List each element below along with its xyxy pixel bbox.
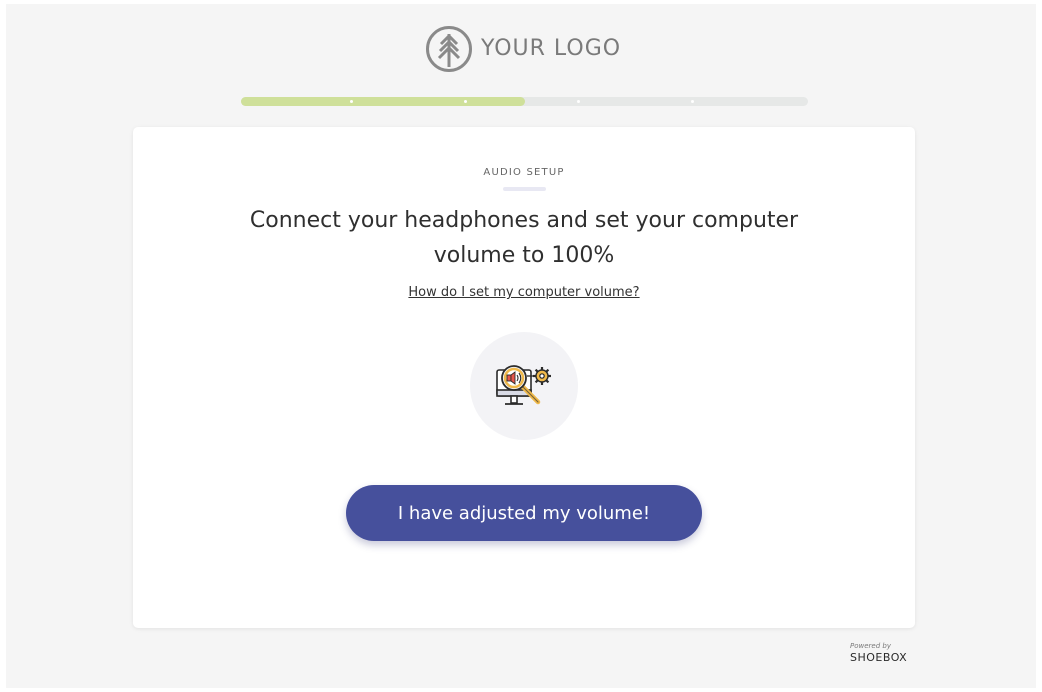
volume-help-link[interactable]: How do I set my computer volume? [408,285,639,300]
illustration-circle [470,332,578,440]
logo-text: YOUR LOGO [481,36,622,61]
tree-circle-icon [426,26,472,72]
computer-volume-settings-icon [496,365,551,405]
powered-by-badge[interactable]: Powered by SHOEBOX [850,642,920,665]
progress-step-marker [464,100,467,103]
page-title: Connect your headphones and set your com… [249,208,799,268]
section-kicker: AUDIO SETUP [483,167,565,178]
progress-bar [241,97,808,106]
powered-by-label: Powered by [850,642,891,650]
help-link-container: How do I set my computer volume? [133,285,915,300]
audio-setup-card: AUDIO SETUP Connect your headphones and … [133,127,915,628]
volume-adjusted-button[interactable]: I have adjusted my volume! [346,485,702,541]
progress-step-marker [350,100,353,103]
shoebox-logo: SHOEBOX [850,651,908,664]
brand-logo: YOUR LOGO [425,24,621,74]
progress-step-marker [691,100,694,103]
kicker-underline [503,187,546,191]
progress-fill [241,97,525,106]
progress-step-marker [577,100,580,103]
